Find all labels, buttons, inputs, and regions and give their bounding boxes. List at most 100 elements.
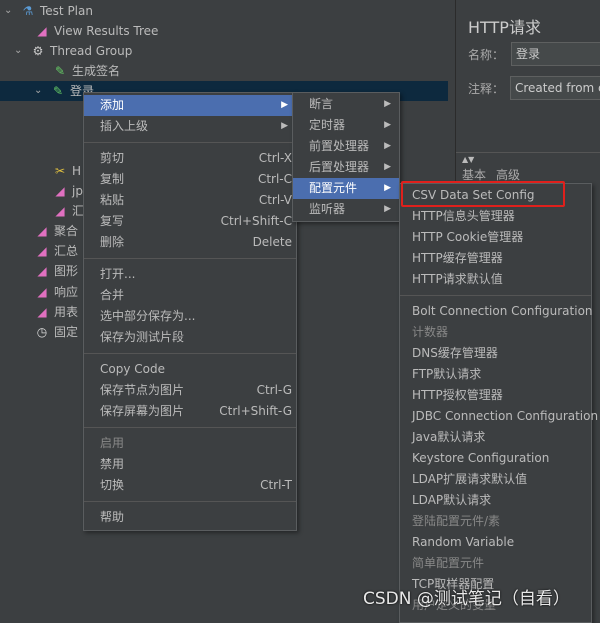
- menu-item[interactable]: 复写 Ctrl+Shift-C: [84, 211, 296, 232]
- menu-item[interactable]: 帮助: [84, 507, 296, 528]
- comment-input[interactable]: Created from cU: [510, 76, 600, 100]
- menu-item-label: Java默认请求: [412, 430, 486, 444]
- menu-item[interactable]: 保存屏幕为图片 Ctrl+Shift-G: [84, 401, 296, 422]
- menu-item-label: FTP默认请求: [412, 367, 482, 381]
- split-arrows-icon[interactable]: ▲▼: [456, 152, 600, 166]
- menu-item[interactable]: 切换 Ctrl-T: [84, 475, 296, 496]
- menu-item[interactable]: 打开...: [84, 264, 296, 285]
- tree-node[interactable]: ✂ H: [52, 161, 81, 181]
- menu-separator: [84, 353, 296, 354]
- tree-node[interactable]: ✎ 生成签名: [52, 61, 120, 81]
- menu-item[interactable]: 前置处理器 ▶: [293, 136, 399, 157]
- menu-item[interactable]: Java默认请求: [400, 427, 591, 448]
- submenu-arrow-icon: ▶: [384, 204, 391, 214]
- submenu-arrow-icon: ▶: [384, 99, 391, 109]
- menu-item-label: 复写: [100, 214, 125, 228]
- menu-item[interactable]: DNS缓存管理器: [400, 343, 591, 364]
- menu-item[interactable]: 监听器 ▶: [293, 199, 399, 220]
- menu-item[interactable]: 粘贴 Ctrl-V: [84, 190, 296, 211]
- tree-node-label: 固定: [54, 325, 79, 339]
- menu-item[interactable]: 添加 ▶: [84, 95, 296, 116]
- listener-icon: ◢: [37, 244, 47, 258]
- chevron-down-icon[interactable]: ⌄: [14, 41, 26, 61]
- tree-node[interactable]: ◷ 固定: [34, 322, 78, 342]
- menu-item[interactable]: Random Variable: [400, 532, 591, 553]
- menu-separator: [84, 142, 296, 143]
- menu-item[interactable]: 复制 Ctrl-C: [84, 169, 296, 190]
- submenu-arrow-icon: ▶: [384, 183, 391, 193]
- menu-item-label: 禁用: [100, 457, 125, 471]
- tree-node[interactable]: ⌄ ⚙ Thread Group: [14, 41, 132, 61]
- menu-item[interactable]: HTTP Cookie管理器: [400, 227, 591, 248]
- menu-item-label: LDAP扩展请求默认值: [412, 472, 528, 486]
- menu-item[interactable]: JDBC Connection Configuration: [400, 406, 598, 427]
- menu-item-label: 插入上级: [100, 119, 149, 133]
- menu-item[interactable]: HTTP缓存管理器: [400, 248, 591, 269]
- shortcut-label: Ctrl-X: [258, 151, 292, 165]
- menu-item-label: Keystore Configuration: [412, 451, 550, 465]
- submenu-arrow-icon: ▶: [281, 121, 288, 131]
- menu-item-label: 计数器: [412, 325, 449, 339]
- listener-icon: ◢: [37, 224, 47, 238]
- menu-item[interactable]: 剪切 Ctrl-X: [84, 148, 296, 169]
- tree-node[interactable]: ◢ 图形: [34, 261, 78, 281]
- menu-item-label: 帮助: [100, 510, 125, 524]
- menu-item[interactable]: 禁用: [84, 454, 296, 475]
- menu-item[interactable]: 定时器 ▶: [293, 115, 399, 136]
- menu-item-label: 选中部分保存为...: [100, 309, 196, 323]
- shortcut-label: Ctrl+Shift-C: [220, 214, 292, 228]
- menu-item-label: HTTP缓存管理器: [412, 251, 503, 265]
- menu-item[interactable]: 删除 Delete: [84, 232, 296, 253]
- menu-item[interactable]: LDAP扩展请求默认值: [400, 469, 591, 490]
- gear-icon: ⚙: [32, 44, 44, 58]
- menu-item[interactable]: Copy Code: [84, 359, 296, 380]
- menu-item-label: HTTP授权管理器: [412, 388, 503, 402]
- chevron-down-icon[interactable]: ⌄: [4, 1, 16, 21]
- chevron-down-icon[interactable]: ⌄: [34, 81, 46, 101]
- tree-node[interactable]: ◢ 聚合: [34, 221, 78, 241]
- name-input[interactable]: 登录: [511, 42, 600, 66]
- menu-item[interactable]: 保存为测试片段: [84, 327, 296, 348]
- menu-item[interactable]: FTP默认请求: [400, 364, 591, 385]
- tree-node[interactable]: ⌄ ⚗ Test Plan: [4, 1, 93, 21]
- shortcut-label: Ctrl-C: [257, 172, 292, 186]
- tree-node-label: 生成签名: [72, 64, 121, 78]
- tree-node[interactable]: ◢ 汇总: [34, 241, 78, 261]
- menu-item[interactable]: 简单配置元件: [400, 553, 591, 574]
- tree-node[interactable]: ◢ jp: [52, 181, 83, 201]
- menu-item[interactable]: 启用: [84, 433, 296, 454]
- shortcut-label: Ctrl+Shift-G: [219, 404, 292, 418]
- menu-item[interactable]: 合并: [84, 285, 296, 306]
- menu-item[interactable]: 选中部分保存为...: [84, 306, 296, 327]
- panel-title: HTTP请求: [468, 18, 541, 37]
- menu-item[interactable]: HTTP信息头管理器: [400, 206, 591, 227]
- tree-node[interactable]: ◢ 响应: [34, 282, 78, 302]
- menu-item[interactable]: Bolt Connection Configuration: [400, 301, 593, 322]
- tree-node-label: 聚合: [54, 224, 79, 238]
- menu-item[interactable]: 断言 ▶: [293, 94, 399, 115]
- menu-item[interactable]: 插入上级 ▶: [84, 116, 296, 137]
- sampler-pipette-icon: ✎: [52, 84, 64, 98]
- menu-separator: [84, 427, 296, 428]
- tree-node[interactable]: ◢ 用表: [34, 302, 78, 322]
- menu-item[interactable]: 后置处理器 ▶: [293, 157, 399, 178]
- menu-item-label: 定时器: [309, 118, 346, 132]
- menu-item[interactable]: HTTP授权管理器: [400, 385, 591, 406]
- menu-item[interactable]: 登陆配置元件/素: [400, 511, 591, 532]
- tree-node[interactable]: ◢ 汇: [52, 201, 84, 221]
- menu-item[interactable]: LDAP默认请求: [400, 490, 591, 511]
- menu-item[interactable]: HTTP请求默认值: [400, 269, 591, 290]
- menu-item-label: Copy Code: [100, 362, 165, 376]
- listener-icon: ◢: [37, 305, 47, 319]
- menu-item[interactable]: Keystore Configuration: [400, 448, 591, 469]
- listener-icon: ◢: [37, 264, 47, 278]
- menu-item-label: JDBC Connection Configuration: [412, 409, 599, 423]
- menu-item[interactable]: 保存节点为图片 Ctrl-G: [84, 380, 296, 401]
- tree-node[interactable]: ◢ View Results Tree: [34, 21, 158, 41]
- menu-item-label: 启用: [100, 436, 125, 450]
- menu-item-label: 断言: [309, 97, 334, 111]
- menu-item-label: 粘贴: [100, 193, 125, 207]
- name-label: 名称：: [468, 48, 505, 62]
- menu-item[interactable]: 配置元件 ▶: [293, 178, 399, 199]
- menu-item[interactable]: 计数器: [400, 322, 591, 343]
